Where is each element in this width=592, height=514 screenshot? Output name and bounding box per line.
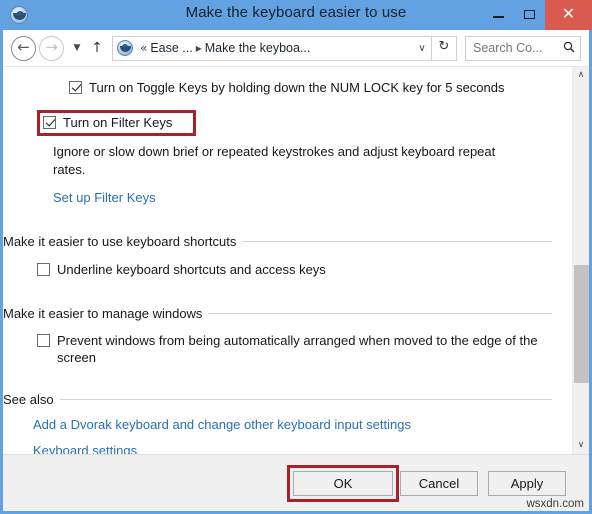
search-box[interactable]: Search Co... <box>465 35 581 61</box>
up-arrow-icon[interactable]: ↑ <box>87 40 107 56</box>
scroll-down-button[interactable]: ∨ <box>573 437 589 454</box>
navigation-bar: ← → ▼ ↑ « Ease ... ▸ Make the keyboa... … <box>3 30 589 66</box>
underline-shortcuts-row[interactable]: Underline keyboard shortcuts and access … <box>37 261 326 278</box>
breadcrumb-item-current[interactable]: Make the keyboa... <box>205 41 311 55</box>
breadcrumb-item-ease[interactable]: Ease ... <box>150 41 192 55</box>
filter-keys-checkbox[interactable] <box>43 116 56 129</box>
maximize-button[interactable] <box>514 0 545 30</box>
see-also-section-rule <box>59 399 552 400</box>
close-icon: ✕ <box>561 6 576 23</box>
settings-list: Turn on Toggle Keys by holding down the … <box>3 67 572 454</box>
search-input[interactable]: Search Co... <box>466 41 558 55</box>
back-arrow-icon: ← <box>17 37 30 56</box>
dvorak-keyboard-link[interactable]: Add a Dvorak keyboard and change other k… <box>33 417 411 432</box>
shortcuts-section-rule <box>242 241 552 242</box>
see-also-section-label: See also <box>3 392 54 407</box>
underline-shortcuts-label: Underline keyboard shortcuts and access … <box>57 262 326 277</box>
filter-keys-description: Ignore or slow down brief or repeated ke… <box>53 144 496 177</box>
setup-filter-keys-link[interactable]: Set up Filter Keys <box>53 190 156 205</box>
toggle-keys-label: Turn on Toggle Keys by holding down the … <box>89 80 505 95</box>
dialog-footer: OK Cancel Apply wsxdn.com <box>3 454 589 511</box>
forward-button[interactable]: → <box>39 35 64 61</box>
shortcuts-section-heading: Make it easier to use keyboard shortcuts <box>3 234 552 249</box>
scroll-up-button[interactable]: ∧ <box>573 67 589 84</box>
content-area: Turn on Toggle Keys by holding down the … <box>3 66 589 454</box>
scrollbar-thumb[interactable] <box>574 265 589 383</box>
address-chevron-down-icon[interactable]: ∨ <box>413 43 431 54</box>
breadcrumb-separator-icon: ▸ <box>195 41 202 55</box>
filter-keys-label: Turn on Filter Keys <box>63 115 173 130</box>
watermark: wsxdn.com <box>526 498 584 510</box>
see-also-section-heading: See also <box>3 392 552 407</box>
minimize-button[interactable] <box>483 0 514 30</box>
search-icon <box>558 41 580 56</box>
close-button[interactable]: ✕ <box>545 0 592 30</box>
refresh-button[interactable]: ↻ <box>432 35 457 61</box>
refresh-icon: ↻ <box>438 38 450 54</box>
breadcrumb-overflow-icon[interactable]: « <box>137 41 150 55</box>
recent-locations-chevron-down-icon[interactable]: ▼ <box>69 43 85 53</box>
cancel-button[interactable]: Cancel <box>400 471 478 496</box>
keyboard-settings-link[interactable]: Keyboard settings <box>33 443 137 454</box>
window-frame: ← → ▼ ↑ « Ease ... ▸ Make the keyboa... … <box>3 30 589 511</box>
filter-keys-row[interactable]: Turn on Filter Keys <box>43 114 172 131</box>
prevent-arrange-label: Prevent windows from being automatically… <box>57 333 538 365</box>
toggle-keys-row[interactable]: Turn on Toggle Keys by holding down the … <box>69 79 564 96</box>
toggle-keys-checkbox[interactable] <box>69 81 82 94</box>
address-bar[interactable]: « Ease ... ▸ Make the keyboa... ∨ <box>112 35 432 61</box>
back-button[interactable]: ← <box>11 35 36 61</box>
underline-shortcuts-checkbox[interactable] <box>37 263 50 276</box>
vertical-scrollbar[interactable]: ∧ ∨ <box>572 67 589 454</box>
title-bar: Make the keyboard easier to use ✕ <box>0 0 592 30</box>
ok-button[interactable]: OK <box>293 471 393 496</box>
apply-button[interactable]: Apply <box>488 471 566 496</box>
windows-section-rule <box>208 313 552 314</box>
control-panel-window: Make the keyboard easier to use ✕ ← → ▼ … <box>0 0 592 514</box>
forward-arrow-icon: → <box>45 37 58 56</box>
windows-section-heading: Make it easier to manage windows <box>3 306 552 321</box>
windows-section-label: Make it easier to manage windows <box>3 306 203 321</box>
window-controls: ✕ <box>483 0 592 30</box>
address-ease-of-access-icon <box>117 40 133 56</box>
shortcuts-section-label: Make it easier to use keyboard shortcuts <box>3 234 237 249</box>
prevent-arrange-row[interactable]: Prevent windows from being automatically… <box>37 332 552 366</box>
prevent-arrange-checkbox[interactable] <box>37 334 50 347</box>
